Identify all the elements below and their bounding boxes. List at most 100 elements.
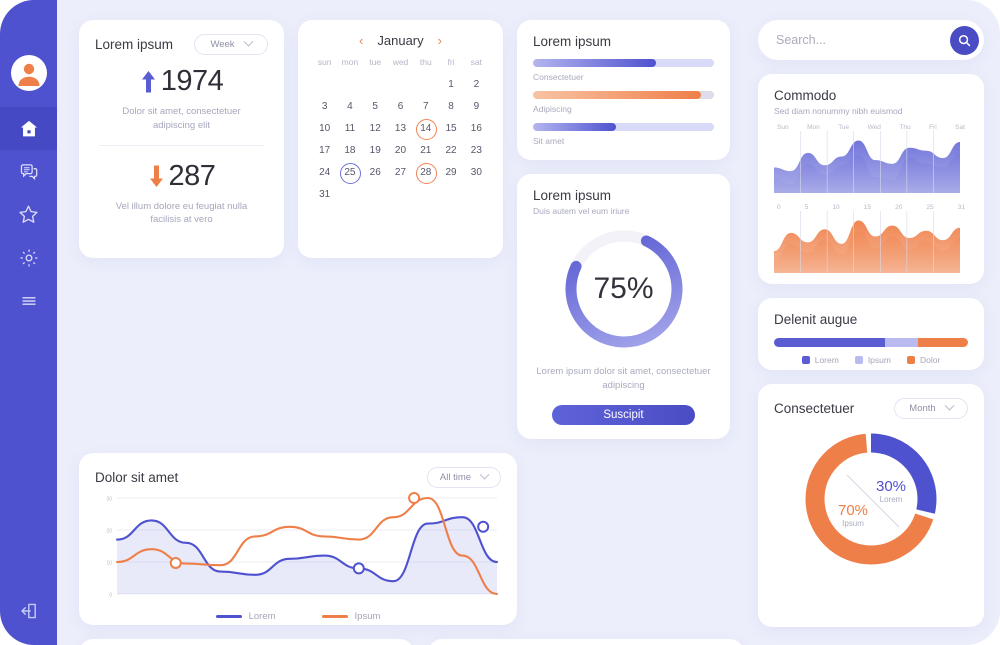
calendar-day[interactable]: 30	[464, 162, 489, 182]
search-bar[interactable]	[758, 20, 984, 60]
stats-divider	[99, 144, 264, 146]
commodo-area-chart-orange	[774, 211, 960, 273]
sidebar-item-messages[interactable]	[0, 150, 57, 193]
calendar-day[interactable]: 2	[464, 74, 489, 94]
calendar-prev-button[interactable]: ‹	[359, 34, 363, 47]
search-input[interactable]	[776, 33, 950, 47]
calendar-dow: fri	[447, 57, 455, 67]
calendar-next-button[interactable]: ›	[438, 34, 442, 47]
sidebar-nav	[0, 107, 57, 322]
calendar-day[interactable]: 17	[312, 140, 337, 160]
svg-text:30: 30	[106, 497, 112, 503]
bar-chart-card: Adipiscing 0100200300SunMonTueWedThuFriS…	[428, 639, 744, 645]
stats-title: Lorem ipsum	[95, 37, 174, 52]
line-chart-header: Dolor sit amet All time	[95, 467, 501, 488]
calendar-day[interactable]: 10	[312, 118, 337, 138]
legend-item: Dolor	[906, 355, 940, 365]
axis-tick: Thu	[899, 124, 911, 131]
legend-label: Lorem	[814, 355, 839, 365]
calendar-day[interactable]: 14	[413, 118, 438, 140]
calendar-day[interactable]: 7	[413, 96, 438, 116]
star-icon	[19, 205, 38, 223]
arrow-down-icon	[149, 165, 163, 188]
calendar-day[interactable]: 8	[438, 96, 463, 116]
gear-icon	[20, 249, 37, 266]
calendar-day[interactable]: 28	[413, 162, 438, 184]
calendar-day[interactable]: 9	[464, 96, 489, 116]
stacked-bars-card: OCTNOVDECJAN LoremIpsumDolorNonummy	[79, 639, 414, 645]
axis-tick: 31	[957, 204, 965, 211]
calendar-dow: tue	[369, 57, 382, 67]
calendar-day[interactable]: 4	[337, 96, 362, 116]
dashboard-content: Lorem ipsum Week 1974 Dolor sit amet, co…	[57, 0, 1000, 645]
calendar-day[interactable]: 12	[363, 118, 388, 138]
calendar-month-label: January	[377, 33, 424, 48]
app-window: Lorem ipsum Week 1974 Dolor sit amet, co…	[0, 0, 1000, 645]
commodo-subtitle: Sed diam nonummy nibh euismod	[774, 106, 903, 116]
line-chart-title: Dolor sit amet	[95, 470, 179, 485]
calendar-blank	[413, 74, 438, 94]
bottom-row: OCTNOVDECJAN LoremIpsumDolorNonummy Adip…	[79, 639, 744, 645]
calendar-day[interactable]: 11	[337, 118, 362, 138]
stats-range-dropdown[interactable]: Week	[194, 34, 268, 55]
legend-label: Ipsum	[354, 611, 381, 622]
calendar-day[interactable]: 18	[337, 140, 362, 160]
calendar-day[interactable]: 19	[363, 140, 388, 160]
hamburger-icon	[21, 296, 36, 305]
search-icon	[958, 34, 971, 46]
progress-title: Lorem ipsum	[533, 34, 612, 49]
axis-tick: 15	[863, 204, 871, 211]
sidebar-item-settings[interactable]	[0, 236, 57, 279]
calendar-day[interactable]: 22	[438, 140, 463, 160]
gauge-header: Lorem ipsum Duis autem vel eum iriure	[533, 188, 714, 216]
legend-swatch	[906, 356, 915, 364]
legend-swatch	[321, 615, 348, 618]
gauge-value: 75%	[593, 272, 654, 305]
stats-card: Lorem ipsum Week 1974 Dolor sit amet, co…	[79, 20, 284, 258]
calendar-grid: sun mon tue wed thu fri sat 1 2 3 4 5 6 7 8 9 10 11 12 13 14…	[312, 57, 489, 204]
progress-label: Consectetuer	[533, 72, 584, 82]
logout-button[interactable]	[0, 599, 57, 623]
calendar-day[interactable]: 26	[363, 162, 388, 182]
line-chart-plot: 30 20 10 0	[106, 492, 499, 599]
delenit-segment	[884, 338, 918, 347]
line-chart-range-dropdown[interactable]: All time	[427, 467, 501, 488]
sidebar	[0, 0, 57, 645]
progress-fill	[533, 59, 657, 67]
sidebar-item-menu[interactable]	[0, 279, 57, 322]
calendar-day[interactable]: 5	[363, 96, 388, 116]
calendar-day[interactable]: 29	[438, 162, 463, 182]
legend-item: Ipsum	[854, 355, 891, 365]
axis-tick: 20	[895, 204, 903, 211]
svg-text:Ipsum: Ipsum	[842, 519, 864, 528]
commodo-card: Commodo Sed diam nonummy nibh euismod Su…	[758, 74, 984, 284]
calendar-day[interactable]: 21	[413, 140, 438, 160]
search-button[interactable]	[950, 25, 979, 55]
calendar-day[interactable]: 23	[464, 140, 489, 160]
calendar-day[interactable]: 16	[464, 118, 489, 138]
calendar-dow: mon	[341, 57, 359, 67]
calendar-day[interactable]: 25	[337, 162, 362, 184]
calendar-day[interactable]: 15	[438, 118, 463, 138]
line-chart-legend: Lorem Ipsum	[95, 611, 501, 622]
donut-range-dropdown[interactable]: Month	[894, 398, 968, 419]
suscipit-button[interactable]: Suscipit	[552, 404, 695, 425]
commodo-area-chart-purple	[774, 131, 960, 193]
calendar-day[interactable]: 31	[312, 184, 337, 204]
calendar-day[interactable]: 20	[388, 140, 413, 160]
gauge-card: Lorem ipsum Duis autem vel eum iriure 75…	[517, 174, 730, 439]
calendar-day[interactable]: 27	[388, 162, 413, 182]
svg-text:0: 0	[109, 593, 112, 599]
stat-up: 1974 Dolor sit amet, consectetuer adipis…	[95, 55, 268, 133]
calendar-day[interactable]: 6	[388, 96, 413, 116]
gauge-title: Lorem ipsum	[533, 188, 612, 203]
top-row: Lorem ipsum Week 1974 Dolor sit amet, co…	[79, 20, 744, 439]
calendar-day[interactable]: 1	[438, 74, 463, 94]
avatar[interactable]	[10, 55, 47, 91]
sidebar-item-home[interactable]	[0, 107, 57, 150]
calendar-day[interactable]: 3	[312, 96, 337, 116]
calendar-day[interactable]: 24	[312, 162, 337, 182]
axis-tick: 5	[804, 204, 809, 211]
sidebar-item-favorites[interactable]	[0, 193, 57, 236]
calendar-day[interactable]: 13	[388, 118, 413, 138]
